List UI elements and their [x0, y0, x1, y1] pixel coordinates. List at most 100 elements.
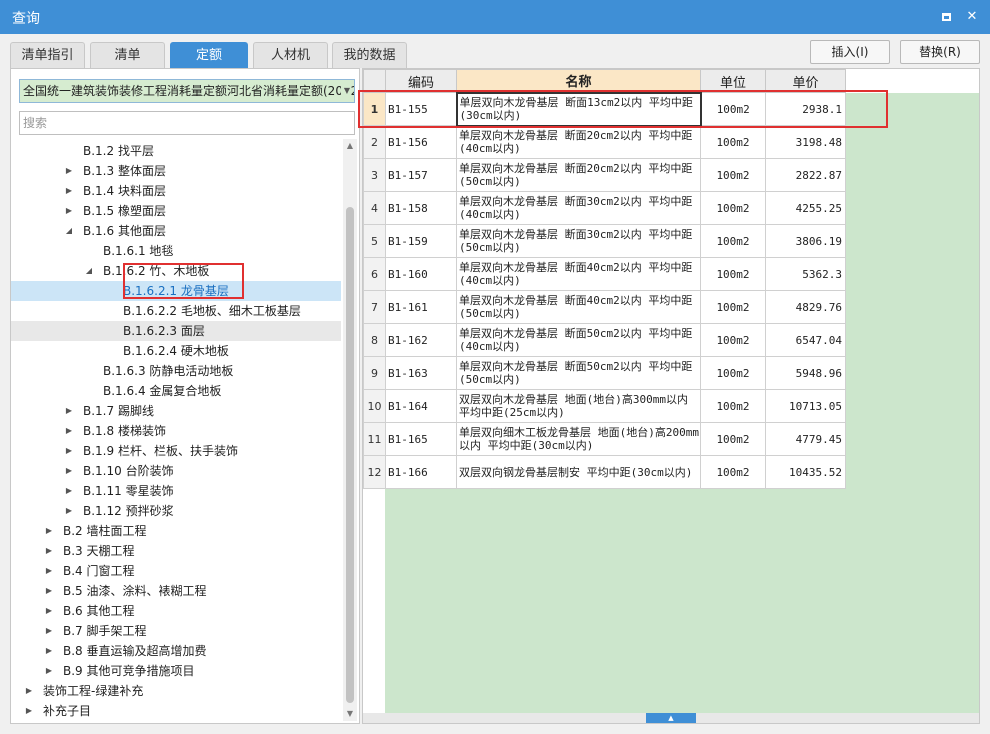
tree-node[interactable]: ▶ B.4 门窗工程 — [11, 561, 341, 581]
tree-node[interactable]: B.1.6.2.1 龙骨基层 — [11, 281, 341, 301]
tree-node[interactable]: ◢ B.1.6 其他面层 — [11, 221, 341, 241]
cell-price[interactable]: 10713.05 — [765, 389, 846, 423]
tree-collapsed-icon[interactable]: ▶ — [63, 421, 75, 441]
tree-node[interactable]: B.1.6.3 防静电活动地板 — [11, 361, 341, 381]
tree-collapsed-icon[interactable]: ▶ — [63, 161, 75, 181]
tree-scrollbar[interactable]: ▲ ▼ — [343, 139, 357, 721]
tree-node[interactable]: ▶ B.1.9 栏杆、栏板、扶手装饰 — [11, 441, 341, 461]
cell-unit[interactable]: 100m2 — [700, 224, 766, 258]
tree-node[interactable]: B.1.6.2.2 毛地板、细木工板基层 — [11, 301, 341, 321]
cell-unit[interactable]: 100m2 — [700, 455, 766, 489]
tree-node[interactable]: ▶ B.1.12 预拌砂浆 — [11, 501, 341, 521]
cell-name[interactable]: 单层双向细木工板龙骨基层 地面(地台)高200mm以内 平均中距(30cm以内) — [456, 422, 701, 456]
tree-collapsed-icon[interactable]: ▶ — [63, 401, 75, 421]
cell-price[interactable]: 3806.19 — [765, 224, 846, 258]
row-number[interactable]: 2 — [363, 125, 386, 159]
header-unit[interactable]: 单位 — [700, 69, 766, 93]
tree-node[interactable]: B.1.2 找平层 — [11, 141, 341, 161]
header-name[interactable]: 名称 — [456, 69, 701, 93]
cell-name[interactable]: 单层双向木龙骨基层 断面50cm2以内 平均中距(40cm以内) — [456, 323, 701, 357]
tree-node[interactable]: ▶ B.2 墙柱面工程 — [11, 521, 341, 541]
close-icon[interactable]: ✕ — [962, 7, 982, 27]
tree-collapsed-icon[interactable]: ▶ — [63, 201, 75, 221]
row-number[interactable]: 8 — [363, 323, 386, 357]
cell-code[interactable]: B1-166 — [385, 455, 457, 489]
row-number[interactable]: 4 — [363, 191, 386, 225]
scroll-grip-icon[interactable]: ▲ — [646, 713, 696, 723]
quota-library-select[interactable]: 全国统一建筑装饰装修工程消耗量定额河北省消耗量定额(2012) ▼ — [19, 79, 355, 103]
table-row[interactable]: 9 B1-163 单层双向木龙骨基层 断面50cm2以内 平均中距(50cm以内) 1… — [363, 356, 846, 390]
tree-expanded-icon[interactable]: ◢ — [83, 261, 95, 281]
table-row[interactable]: 10 B1-164 双层双向木龙骨基层 地面(地台)高300mm以内 平均中距(25… — [363, 389, 846, 423]
tree-node[interactable]: ▶ B.6 其他工程 — [11, 601, 341, 621]
tab-quota[interactable]: 定额 — [170, 42, 248, 68]
cell-unit[interactable]: 100m2 — [700, 92, 766, 126]
table-row[interactable]: 2 B1-156 单层双向木龙骨基层 断面20cm2以内 平均中距(40cm以内) 1… — [363, 125, 846, 159]
tree-node[interactable]: ▶ B.1.5 橡塑面层 — [11, 201, 341, 221]
tree-collapsed-icon[interactable]: ▶ — [43, 621, 55, 641]
tree-node[interactable]: B.1.6.2.4 硬木地板 — [11, 341, 341, 361]
tree-node[interactable]: ▶ 装饰工程-绿建补充 — [11, 681, 341, 701]
tree-node[interactable]: ▶ B.8 垂直运输及超高增加费 — [11, 641, 341, 661]
cell-price[interactable]: 4829.76 — [765, 290, 846, 324]
tree-collapsed-icon[interactable]: ▶ — [23, 681, 35, 701]
tree-collapsed-icon[interactable]: ▶ — [43, 521, 55, 541]
scrollbar-thumb[interactable] — [346, 207, 354, 703]
tree-node[interactable]: ▶ B.5 油漆、涂料、裱糊工程 — [11, 581, 341, 601]
cell-price[interactable]: 3198.48 — [765, 125, 846, 159]
cell-code[interactable]: B1-163 — [385, 356, 457, 390]
table-row[interactable]: 11 B1-165 单层双向细木工板龙骨基层 地面(地台)高200mm以内 平均中距… — [363, 422, 846, 456]
cell-unit[interactable]: 100m2 — [700, 191, 766, 225]
cell-name[interactable]: 单层双向木龙骨基层 断面20cm2以内 平均中距(50cm以内) — [456, 158, 701, 192]
row-number[interactable]: 6 — [363, 257, 386, 291]
tree-collapsed-icon[interactable]: ▶ — [63, 441, 75, 461]
tree-collapsed-icon[interactable]: ▶ — [43, 661, 55, 681]
cell-unit[interactable]: 100m2 — [700, 422, 766, 456]
grid-hscrollbar[interactable]: ▲ — [363, 713, 979, 723]
cell-code[interactable]: B1-156 — [385, 125, 457, 159]
tree-node[interactable]: B.1.6.1 地毯 — [11, 241, 341, 261]
cell-code[interactable]: B1-159 — [385, 224, 457, 258]
header-code[interactable]: 编码 — [385, 69, 457, 93]
table-row[interactable]: 3 B1-157 单层双向木龙骨基层 断面20cm2以内 平均中距(50cm以内) 1… — [363, 158, 846, 192]
table-row[interactable]: 7 B1-161 单层双向木龙骨基层 断面40cm2以内 平均中距(50cm以内) 1… — [363, 290, 846, 324]
table-row[interactable]: 5 B1-159 单层双向木龙骨基层 断面30cm2以内 平均中距(50cm以内) 1… — [363, 224, 846, 258]
tree-collapsed-icon[interactable]: ▶ — [63, 501, 75, 521]
tree-node[interactable]: ▶ B.9 其他可竞争措施项目 — [11, 661, 341, 681]
cell-name[interactable]: 单层双向木龙骨基层 断面30cm2以内 平均中距(40cm以内) — [456, 191, 701, 225]
row-number[interactable]: 9 — [363, 356, 386, 390]
tree-node[interactable]: ▶ B.1.10 台阶装饰 — [11, 461, 341, 481]
row-number[interactable]: 5 — [363, 224, 386, 258]
cell-name[interactable]: 双层双向钢龙骨基层制安 平均中距(30cm以内) — [456, 455, 701, 489]
tab-materials[interactable]: 人材机 — [253, 42, 328, 68]
row-number[interactable]: 7 — [363, 290, 386, 324]
tree-node[interactable]: ▶ 补充子目 — [11, 701, 341, 721]
cell-price[interactable]: 4779.45 — [765, 422, 846, 456]
cell-unit[interactable]: 100m2 — [700, 158, 766, 192]
chevron-down-icon[interactable]: ▼ — [340, 80, 350, 102]
row-number[interactable]: 10 — [363, 389, 386, 423]
table-row[interactable]: 4 B1-158 单层双向木龙骨基层 断面30cm2以内 平均中距(40cm以内) 1… — [363, 191, 846, 225]
table-row[interactable]: 8 B1-162 单层双向木龙骨基层 断面50cm2以内 平均中距(40cm以内) 1… — [363, 323, 846, 357]
search-input[interactable] — [19, 111, 355, 135]
cell-code[interactable]: B1-158 — [385, 191, 457, 225]
table-row[interactable]: 12 B1-166 双层双向钢龙骨基层制安 平均中距(30cm以内) 100m2 104… — [363, 455, 846, 489]
tree-node[interactable]: ◢ B.1.6.2 竹、木地板 — [11, 261, 341, 281]
cell-name[interactable]: 单层双向木龙骨基层 断面40cm2以内 平均中距(40cm以内) — [456, 257, 701, 291]
tree-node[interactable]: B.1.6.2.3 面层 — [11, 321, 341, 341]
cell-unit[interactable]: 100m2 — [700, 389, 766, 423]
tree-collapsed-icon[interactable]: ▶ — [43, 581, 55, 601]
row-number[interactable]: 3 — [363, 158, 386, 192]
tab-list-guide[interactable]: 清单指引 — [10, 42, 85, 68]
cell-code[interactable]: B1-165 — [385, 422, 457, 456]
maximize-icon[interactable] — [936, 7, 956, 27]
cell-price[interactable]: 10435.52 — [765, 455, 846, 489]
cell-code[interactable]: B1-157 — [385, 158, 457, 192]
cell-name[interactable]: 单层双向木龙骨基层 断面50cm2以内 平均中距(50cm以内) — [456, 356, 701, 390]
tree-expanded-icon[interactable]: ◢ — [63, 221, 75, 241]
scroll-up-icon[interactable]: ▲ — [343, 139, 357, 153]
tree-node[interactable]: ▶ B.1.8 楼梯装饰 — [11, 421, 341, 441]
tree-collapsed-icon[interactable]: ▶ — [23, 701, 35, 721]
cell-code[interactable]: B1-164 — [385, 389, 457, 423]
row-number[interactable]: 1 — [363, 92, 386, 126]
